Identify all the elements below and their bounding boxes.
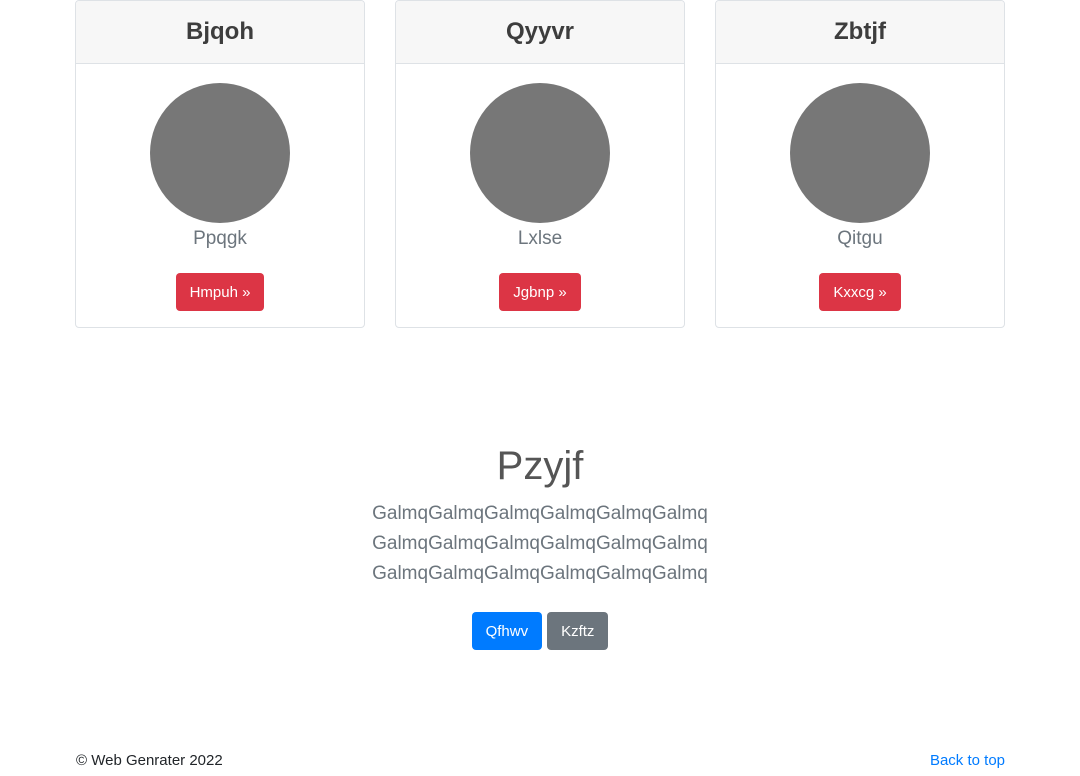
card-button[interactable]: Hmpuh » bbox=[175, 273, 265, 311]
avatar bbox=[470, 83, 610, 223]
card-1: Bjqoh Ppqgk Hmpuh » bbox=[75, 0, 365, 328]
card-name: Ppqgk bbox=[193, 228, 247, 249]
hero-section: Pzyjf GalmqGalmqGalmqGalmqGalmqGalmq Gal… bbox=[0, 440, 1080, 650]
card-button[interactable]: Kxxcg » bbox=[819, 273, 901, 311]
hero-title: Pzyjf bbox=[496, 444, 584, 488]
copyright-text: © Web Genrater 2022 bbox=[76, 752, 223, 769]
card-name: Qitgu bbox=[837, 228, 883, 249]
back-to-top-link[interactable]: Back to top bbox=[930, 752, 1005, 769]
hero-text: GalmqGalmqGalmqGalmqGalmqGalmq GalmqGalm… bbox=[0, 499, 1080, 589]
card-title: Zbtjf bbox=[716, 1, 1004, 64]
card-3: Zbtjf Qitgu Kxxcg » bbox=[715, 0, 1005, 328]
primary-button[interactable]: Qfhwv bbox=[471, 612, 543, 650]
card-name: Lxlse bbox=[517, 228, 563, 249]
hero-line: GalmqGalmqGalmqGalmqGalmqGalmq bbox=[372, 503, 708, 524]
avatar bbox=[790, 83, 930, 223]
page: Bjqoh Ppqgk Hmpuh » Qyyvr Lxlse Jgbnp » … bbox=[0, 0, 1080, 776]
card-title: Qyyvr bbox=[396, 1, 684, 64]
secondary-button[interactable]: Kzftz bbox=[547, 612, 609, 650]
hero-buttons: Qfhwv Kzftz bbox=[0, 612, 1080, 650]
cards-row: Bjqoh Ppqgk Hmpuh » Qyyvr Lxlse Jgbnp » … bbox=[75, 0, 1005, 328]
avatar bbox=[150, 83, 290, 223]
hero-line: GalmqGalmqGalmqGalmqGalmqGalmq bbox=[372, 533, 708, 554]
card-2: Qyyvr Lxlse Jgbnp » bbox=[395, 0, 685, 328]
card-title: Bjqoh bbox=[76, 1, 364, 64]
card-button[interactable]: Jgbnp » bbox=[499, 273, 581, 311]
hero-line: GalmqGalmqGalmqGalmqGalmqGalmq bbox=[372, 563, 708, 584]
footer: © Web Genrater 2022 Back to top bbox=[76, 752, 1005, 776]
